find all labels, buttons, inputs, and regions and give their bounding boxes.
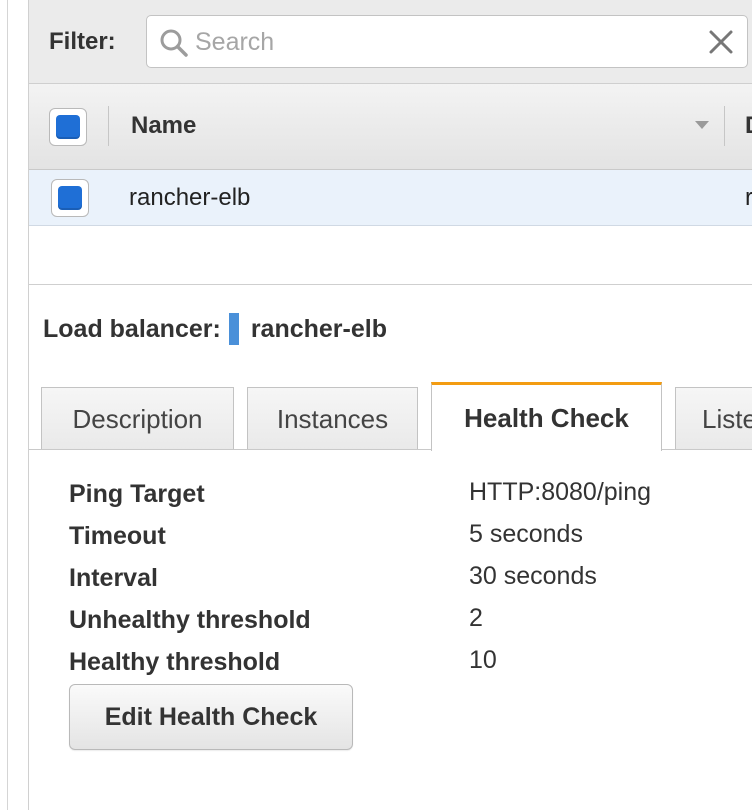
table-row[interactable]: rancher-elb r (29, 170, 752, 226)
ping-target-value: HTTP:8080/ping (469, 478, 652, 506)
filter-bar: Filter: (29, 0, 752, 84)
unhealthy-threshold-label: Unhealthy threshold (69, 606, 311, 634)
interval-label: Interval (69, 564, 158, 592)
title-accent-bar (228, 313, 239, 345)
row-next-cell: r (745, 184, 752, 211)
timeout-label: Timeout (69, 522, 166, 550)
column-separator[interactable] (724, 106, 725, 146)
tab-description[interactable]: Description (41, 387, 234, 450)
checkbox-fill (56, 115, 80, 139)
row-name-cell: rancher-elb (129, 184, 251, 211)
column-separator (108, 106, 109, 146)
healthy-threshold-value: 10 (469, 646, 497, 674)
details-title: Load balancer: rancher-elb (43, 313, 387, 345)
column-header-name[interactable]: Name (131, 112, 196, 140)
search-icon (160, 29, 188, 57)
close-icon[interactable] (707, 28, 735, 56)
column-header-next[interactable]: D (745, 112, 752, 140)
edit-health-check-button[interactable]: Edit Health Check (69, 684, 353, 750)
left-frame-edge (0, 0, 8, 810)
ping-target-label: Ping Target (69, 480, 205, 508)
detail-tabs: Description Instances Health Check Liste… (29, 382, 752, 451)
sort-caret-icon[interactable] (695, 121, 709, 129)
healthy-threshold-label: Healthy threshold (69, 648, 281, 676)
timeout-value: 5 seconds (469, 520, 583, 548)
table-header: Name D (29, 84, 752, 170)
section-divider (29, 284, 752, 285)
details-label: Load balancer: (43, 314, 221, 343)
search-box[interactable] (146, 15, 748, 68)
checkbox-fill (58, 186, 82, 210)
load-balancer-panel: Filter: Name D rancher-elb r (28, 0, 752, 810)
tab-instances[interactable]: Instances (247, 387, 418, 450)
interval-value: 30 seconds (469, 562, 597, 590)
details-value: rancher-elb (250, 314, 387, 343)
tab-health-check[interactable]: Health Check (431, 382, 662, 451)
search-input[interactable] (195, 24, 695, 60)
filter-label: Filter: (49, 28, 116, 55)
tab-listeners[interactable]: Listeners (675, 387, 752, 450)
row-checkbox[interactable] (51, 179, 89, 217)
select-all-checkbox[interactable] (49, 108, 87, 146)
unhealthy-threshold-value: 2 (469, 604, 483, 632)
